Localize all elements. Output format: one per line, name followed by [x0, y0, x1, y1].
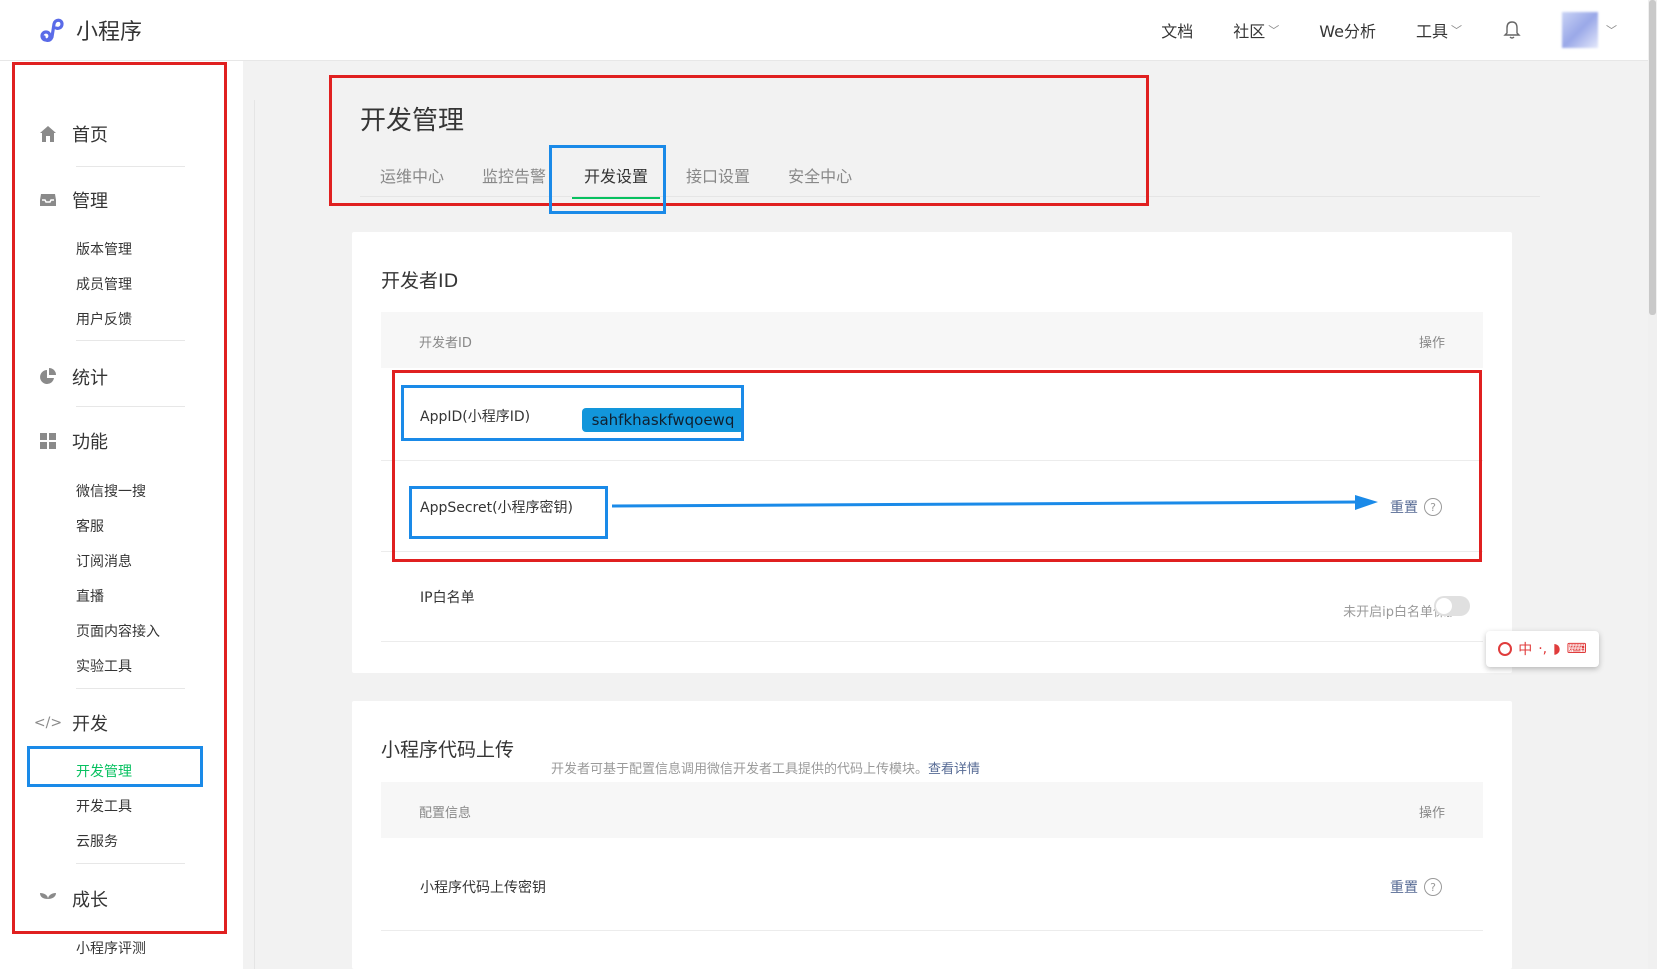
code-upload-desc-text: 开发者可基于配置信息调用微信开发者工具提供的代码上传模块。 [551, 762, 929, 777]
upload-key-reset-button[interactable]: 重置 ? [1390, 877, 1442, 897]
col-config-info: 配置信息 [419, 806, 472, 821]
nav-tools-label: 工具 [1415, 22, 1448, 41]
code-upload-desc: 开发者可基于配置信息调用微信开发者工具提供的代码上传模块。查看详情 [551, 758, 980, 777]
col-developer-id: 开发者ID [419, 336, 472, 351]
nav-docs-label: 文档 [1161, 22, 1194, 41]
nav-analytics-label: We分析 [1319, 22, 1376, 41]
chevron-down-icon: ﹀ [1606, 24, 1617, 37]
col-action: 操作 [1418, 336, 1445, 351]
avatar[interactable] [1562, 12, 1598, 48]
row-divider [381, 641, 1483, 642]
col-action: 操作 [1418, 806, 1445, 821]
miniprogram-logo-icon [40, 18, 64, 42]
annotation-box-page-header [329, 75, 1149, 206]
upload-key-reset-label: 重置 [1390, 880, 1418, 896]
chevron-down-icon: ﹀ [1268, 24, 1280, 37]
nav-docs[interactable]: 文档 [1161, 18, 1193, 42]
app-name: 小程序 [76, 20, 143, 45]
ime-toolbar[interactable]: 中 ·, ◗ ⌨ [1486, 631, 1599, 667]
annotation-box-sidebar [12, 62, 227, 934]
annotation-box-appsecret [409, 486, 608, 539]
nav-tools[interactable]: 工具 ﹀ [1416, 18, 1462, 42]
sidebar-divider [254, 100, 255, 969]
developer-id-title: 开发者ID [381, 270, 459, 292]
top-nav: 文档 社区 ﹀ We分析 工具 ﹀ ﹀ [1161, 0, 1617, 60]
record-icon[interactable] [1498, 642, 1513, 656]
bell-icon[interactable] [1502, 20, 1522, 40]
nav-community[interactable]: 社区 ﹀ [1233, 18, 1279, 42]
ip-whitelist-toggle[interactable] [1434, 596, 1470, 616]
annotation-box-dev-manage [27, 746, 203, 787]
developer-id-table-header: 开发者ID 操作 [381, 312, 1483, 368]
upload-key-label: 小程序代码上传密钥 [420, 880, 546, 896]
row-divider [381, 930, 1483, 931]
punctuation-icon[interactable]: ·, [1538, 641, 1547, 657]
app-logo[interactable]: 小程序 [38, 14, 142, 46]
top-bar: 小程序 文档 社区 ﹀ We分析 工具 ﹀ ﹀ [0, 0, 1657, 61]
nav-analytics[interactable]: We分析 [1319, 18, 1376, 42]
chevron-down-icon: ﹀ [1451, 24, 1462, 37]
moon-icon[interactable]: ◗ [1553, 641, 1560, 657]
annotation-box-dev-settings-tab [549, 145, 666, 214]
view-details-link[interactable]: 查看详情 [928, 762, 980, 777]
annotation-box-appid [401, 385, 744, 441]
nav-community-label: 社区 [1233, 22, 1266, 41]
user-menu[interactable]: ﹀ [1562, 12, 1617, 48]
ime-mode[interactable]: 中 [1518, 639, 1532, 659]
help-icon[interactable]: ? [1424, 878, 1442, 896]
code-upload-table-header: 配置信息 操作 [381, 782, 1483, 838]
scrollbar-thumb[interactable] [1649, 0, 1656, 315]
code-upload-title: 小程序代码上传 [381, 739, 515, 761]
sidebar-item-evaluation[interactable]: 小程序评测 [76, 938, 146, 958]
page-scrollbar[interactable] [1648, 0, 1657, 969]
ip-whitelist-label: IP白名单 [420, 590, 475, 606]
keyboard-icon[interactable]: ⌨ [1567, 641, 1587, 657]
